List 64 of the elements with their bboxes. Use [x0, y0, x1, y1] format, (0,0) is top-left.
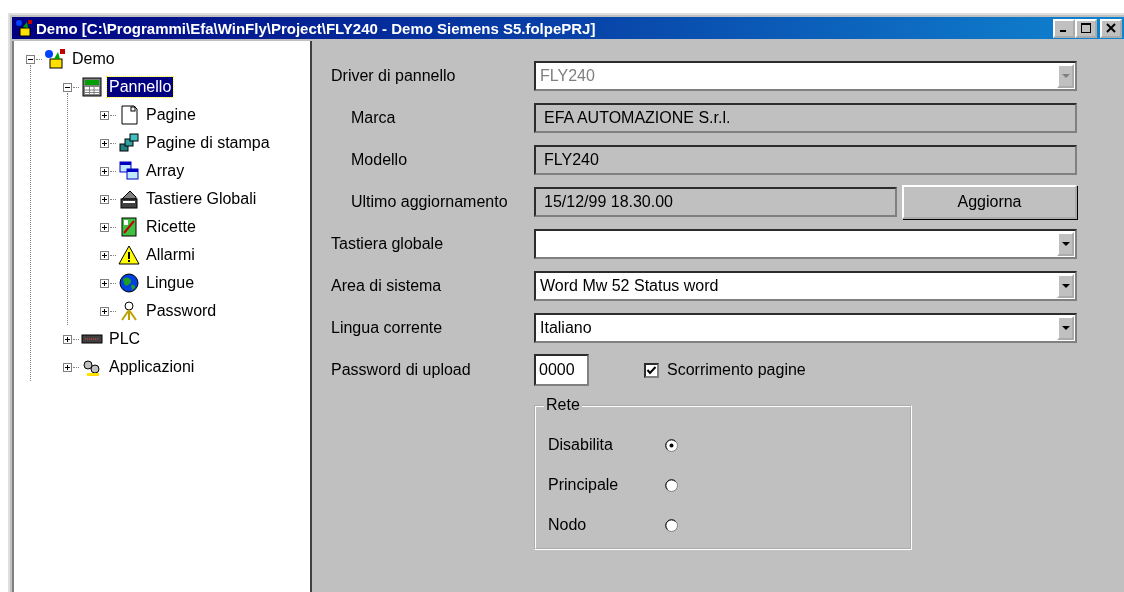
expander-icon[interactable]	[100, 222, 109, 232]
radio-label: Nodo	[548, 516, 588, 534]
radio-button[interactable]	[665, 438, 678, 452]
expander-icon[interactable]	[100, 250, 109, 260]
radio-button[interactable]	[665, 518, 678, 532]
checkbox-label: Scorrimento pagine	[667, 361, 806, 379]
tree-item[interactable]: Ricette	[144, 217, 198, 237]
expander-icon[interactable]	[63, 362, 72, 372]
tree-item[interactable]: Password	[144, 301, 219, 321]
tree-item[interactable]: Pannello	[107, 77, 174, 97]
dropdown-field[interactable]: Italiano	[534, 313, 1077, 343]
expander-icon[interactable]	[63, 82, 72, 92]
field-label: Ultimo aggiornamento	[350, 193, 509, 211]
windows-icon	[118, 161, 140, 181]
field-label: Modello	[350, 151, 409, 169]
radio-label: Disabilita	[548, 436, 614, 454]
tree-item[interactable]: Allarmi	[144, 245, 197, 265]
expander-icon[interactable]	[63, 334, 72, 344]
warning-icon	[118, 245, 140, 265]
tree-item[interactable]: PLC	[107, 329, 143, 349]
tree-item[interactable]: Applicazioni	[107, 357, 197, 377]
expander-icon[interactable]	[100, 166, 109, 176]
keypad-terminal-icon	[81, 77, 103, 97]
radio-label: Principale	[548, 476, 620, 494]
field-label: Tastiera globale	[331, 235, 445, 253]
dropdown-field[interactable]: Word Mw 52 Status word	[534, 271, 1077, 301]
expander-icon[interactable]	[100, 194, 109, 204]
window-title: Demo [C:\Programmi\Efa\WinFly\Project\FLY240 - Demo Siemens S5.folpePRJ]	[36, 19, 597, 37]
tree-item[interactable]: Demo	[70, 49, 117, 69]
dropdown-field[interactable]	[534, 229, 1077, 259]
tree-item[interactable]: Pagine	[144, 105, 198, 125]
expander-icon[interactable]	[100, 138, 109, 148]
tree-item[interactable]: Pagine di stampa	[144, 133, 272, 153]
printer-icon	[118, 189, 140, 209]
shapes-box-icon	[44, 49, 66, 69]
tree-item[interactable]: Array	[144, 161, 187, 181]
close-icon[interactable]	[1106, 23, 1116, 33]
card-icon	[118, 217, 140, 237]
field-label: Driver di pannello	[331, 67, 457, 85]
expander-icon[interactable]	[100, 110, 109, 120]
tree-item[interactable]: Lingue	[144, 273, 197, 293]
page-icon	[118, 105, 140, 125]
input-field[interactable]: 0000	[534, 354, 589, 386]
expander-icon[interactable]	[26, 54, 35, 64]
expander-icon[interactable]	[100, 306, 109, 316]
shapes-box-icon	[15, 19, 33, 37]
globe-icon	[118, 273, 140, 293]
stacked-pages-icon	[118, 133, 140, 153]
maximize-button[interactable]	[1075, 18, 1097, 38]
minimize-button[interactable]	[1053, 18, 1075, 38]
expander-icon[interactable]	[100, 278, 109, 288]
readonly-field: FLY240	[534, 145, 1077, 175]
checkbox[interactable]	[644, 362, 659, 378]
field-label: Marca	[350, 109, 397, 127]
field-label: Area di sistema	[331, 277, 443, 295]
readonly-field: 15/12/99 18.30.00	[534, 187, 897, 217]
maximize-icon[interactable]	[1081, 23, 1091, 33]
close-button[interactable]	[1100, 18, 1122, 38]
radio-button[interactable]	[665, 478, 678, 492]
field-label: Password di upload	[331, 361, 472, 379]
update-button[interactable]: Aggiorna	[902, 185, 1077, 219]
tree-item[interactable]: Tastiere Globali	[144, 189, 259, 209]
field-label: Lingua corrente	[331, 319, 444, 337]
readonly-field: EFA AUTOMAZIONE S.r.l.	[534, 103, 1077, 133]
